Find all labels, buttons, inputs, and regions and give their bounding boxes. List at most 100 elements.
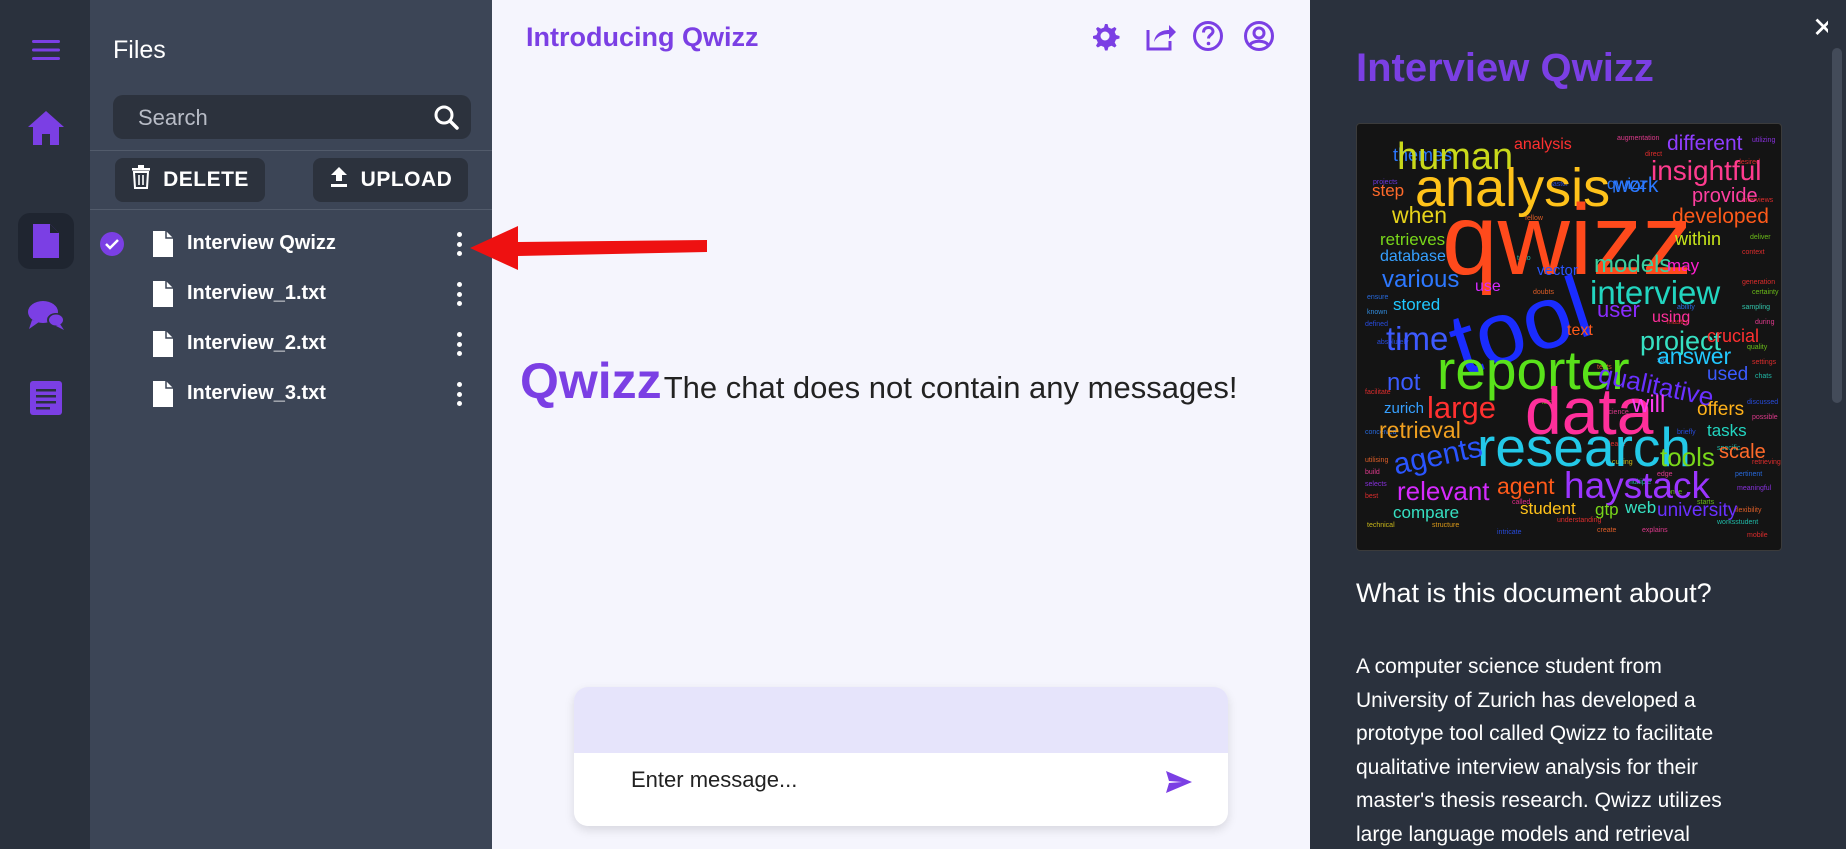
svg-text:build: build — [1365, 469, 1380, 476]
files-title: Files — [113, 36, 166, 64]
svg-text:create: create — [1597, 527, 1617, 534]
svg-text:compare: compare — [1393, 503, 1459, 522]
divider — [90, 209, 492, 210]
document-panel: ✕ Interview Qwizz projects augmentation … — [1310, 0, 1846, 849]
search-input[interactable] — [136, 95, 420, 141]
icon-rail — [0, 0, 90, 849]
share-icon[interactable] — [1144, 20, 1178, 57]
svg-text:scale: scale — [1719, 441, 1766, 463]
svg-text:insightful: insightful — [1651, 155, 1762, 186]
svg-text:settings: settings — [1752, 359, 1777, 366]
svg-text:deliver: deliver — [1750, 234, 1771, 241]
svg-text:chats: chats — [1755, 373, 1772, 380]
upload-icon — [329, 166, 349, 194]
svg-text:provide: provide — [1692, 185, 1758, 207]
document-list-icon[interactable] — [18, 370, 74, 426]
svg-text:university: university — [1657, 500, 1738, 521]
more-options-icon[interactable] — [453, 280, 465, 308]
svg-text:agent: agent — [1497, 473, 1555, 499]
svg-text:retrieves: retrieves — [1380, 230, 1445, 249]
chat-icon[interactable] — [18, 288, 74, 344]
annotation-arrow — [470, 226, 707, 270]
svg-text:gtp: gtp — [1595, 500, 1619, 519]
svg-text:tasks: tasks — [1707, 421, 1747, 440]
svg-text:intricate: intricate — [1497, 529, 1522, 536]
svg-text:explains: explains — [1642, 527, 1668, 534]
svg-text:various: various — [1382, 266, 1459, 293]
svg-text:when: when — [1391, 202, 1447, 228]
panel-scrollbar[interactable] — [1828, 0, 1846, 849]
svg-text:generation: generation — [1742, 279, 1775, 286]
svg-text:sampling: sampling — [1742, 304, 1770, 311]
svg-text:defined: defined — [1365, 321, 1388, 328]
more-options-icon[interactable] — [453, 230, 465, 258]
file-item[interactable]: Interview Qwizz — [90, 222, 492, 266]
upload-label: UPLOAD — [360, 168, 453, 191]
svg-text:possible: possible — [1752, 414, 1778, 421]
file-item[interactable]: Interview_2.txt — [90, 322, 492, 366]
search-icon[interactable] — [433, 104, 459, 135]
svg-text:not: not — [1387, 369, 1421, 396]
svg-text:may: may — [1667, 256, 1700, 275]
empty-state: Qwizz The chat does not contain any mess… — [520, 352, 1238, 410]
files-icon[interactable] — [18, 213, 74, 269]
svg-text:database: database — [1380, 248, 1446, 265]
delete-button[interactable]: DELETE — [115, 158, 265, 202]
svg-text:mobile: mobile — [1747, 532, 1768, 539]
search-box — [113, 95, 471, 141]
file-name: Interview_3.txt — [187, 382, 326, 404]
word-cloud-image: projects augmentation utilizing desired … — [1365, 132, 1781, 539]
svg-text:discussed: discussed — [1747, 399, 1778, 406]
menu-icon[interactable] — [18, 22, 74, 78]
svg-text:stored: stored — [1393, 295, 1440, 314]
scrollbar-thumb[interactable] — [1832, 48, 1842, 403]
composer-header — [574, 687, 1228, 753]
svg-text:during: during — [1755, 319, 1775, 326]
document-summary: A computer science student from Universi… — [1356, 655, 1722, 846]
svg-text:structure: structure — [1432, 522, 1459, 529]
svg-text:augmentation: augmentation — [1617, 135, 1660, 142]
document-title: Interview Qwizz — [1356, 46, 1654, 90]
svg-text:flexibility: flexibility — [1735, 507, 1762, 514]
document-question: What is this document about? — [1356, 578, 1712, 608]
user-account-icon[interactable] — [1243, 20, 1275, 57]
svg-text:different: different — [1667, 132, 1743, 155]
svg-text:using: using — [1652, 309, 1690, 326]
svg-text:utilizing: utilizing — [1752, 137, 1775, 144]
svg-text:will: will — [1631, 391, 1665, 418]
file-icon — [152, 380, 174, 413]
file-name: Interview_1.txt — [187, 282, 326, 304]
composer-input-row — [574, 753, 1228, 826]
file-icon — [152, 280, 174, 313]
file-item[interactable]: Interview_1.txt — [90, 272, 492, 316]
svg-text:meaningful: meaningful — [1737, 485, 1772, 492]
empty-message: The chat does not contain any messages! — [663, 370, 1238, 405]
svg-text:user: user — [1597, 297, 1640, 322]
svg-text:analysis: analysis — [1514, 136, 1572, 153]
svg-text:student: student — [1520, 499, 1576, 518]
message-input[interactable] — [629, 761, 1133, 799]
more-options-icon[interactable] — [453, 380, 465, 408]
svg-text:web: web — [1624, 498, 1656, 517]
svg-text:offers: offers — [1697, 399, 1744, 420]
gear-icon[interactable] — [1089, 20, 1121, 57]
help-icon[interactable] — [1192, 20, 1224, 57]
trash-icon — [131, 165, 151, 195]
file-name: Interview_2.txt — [187, 332, 326, 354]
svg-text:relevant: relevant — [1397, 476, 1490, 506]
svg-text:best: best — [1365, 493, 1378, 500]
svg-text:ensure: ensure — [1367, 294, 1389, 301]
checkmark-icon[interactable] — [100, 232, 124, 256]
upload-button[interactable]: UPLOAD — [313, 158, 468, 202]
home-icon[interactable] — [18, 100, 74, 156]
chat-area: Introducing Qwizz Qwizz The chat does no… — [492, 0, 1310, 849]
more-options-icon[interactable] — [453, 330, 465, 358]
file-icon — [152, 230, 174, 263]
chat-title: Introducing Qwizz — [526, 22, 759, 52]
send-icon[interactable] — [1164, 769, 1194, 800]
svg-text:text: text — [1567, 322, 1593, 339]
file-item[interactable]: Interview_3.txt — [90, 372, 492, 416]
delete-label: DELETE — [163, 168, 249, 191]
message-composer — [574, 687, 1228, 826]
word-cloud: projects augmentation utilizing desired … — [1356, 123, 1782, 551]
